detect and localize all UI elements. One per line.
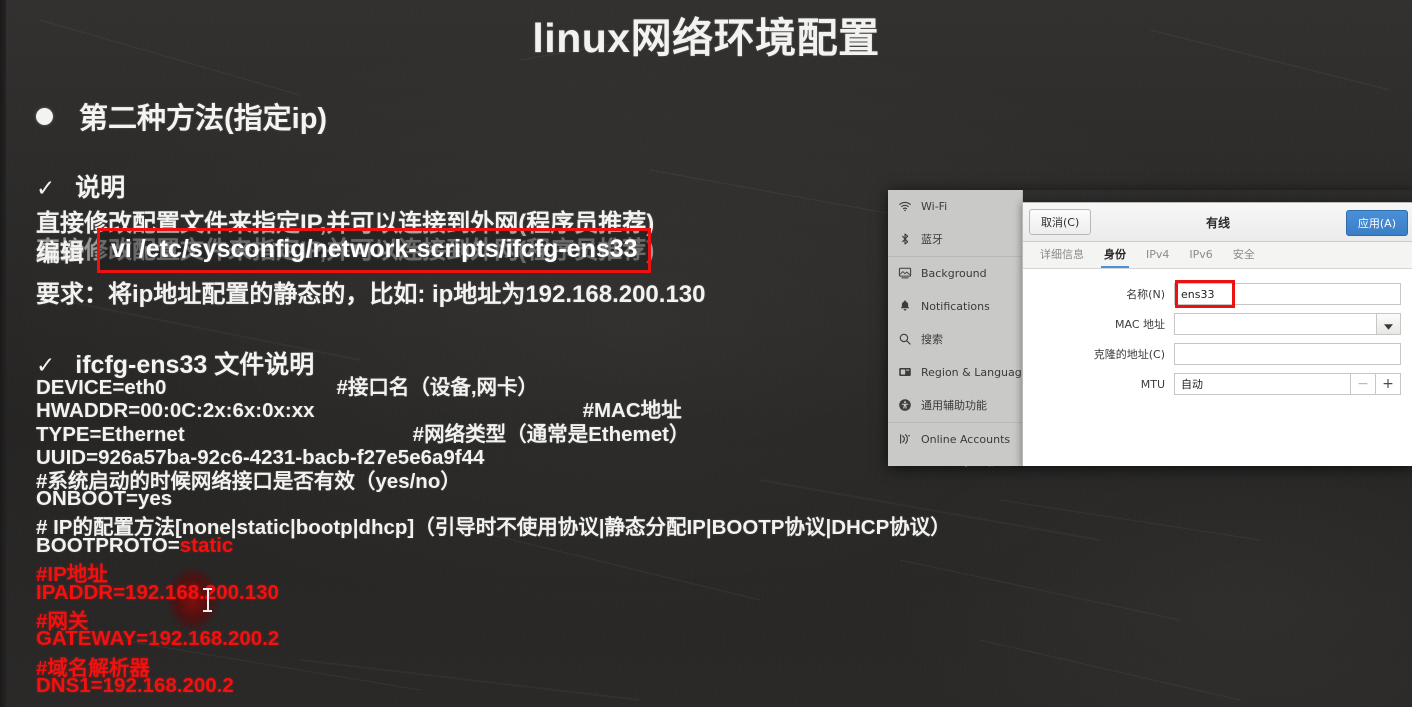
mtu-decrement-button[interactable]: −: [1351, 373, 1376, 395]
command-highlight-box: vi /etc/sysconfig/network-scripts/ifcfg-…: [97, 228, 651, 273]
form-row-cloned: 克隆的地址(C): [1023, 343, 1412, 365]
check-icon: ✓: [36, 175, 56, 201]
mac-input[interactable]: [1174, 313, 1377, 335]
sidebar-label: 搜索: [921, 333, 943, 346]
accessibility-icon: [897, 398, 912, 413]
edit-command-row: 编辑 vi /etc/sysconfig/network-scripts/ifc…: [36, 228, 651, 273]
dialog-body: 名称(N) ens33 MAC 地址 克隆的地址(C) MTU 自动 − +: [1023, 269, 1412, 466]
config-line-text: ONBOOT=yes: [36, 487, 173, 510]
config-line-text: DNS1=192.168.200.2: [36, 674, 234, 698]
cloned-input-wrap: [1174, 343, 1401, 365]
sidebar-item-privacy[interactable]: Privacy: [888, 456, 1022, 467]
config-line: ONBOOT=yes: [36, 487, 172, 511]
cloned-field-label: 克隆的地址(C): [1093, 348, 1165, 361]
sidebar-label: 通用辅助功能: [921, 399, 987, 412]
mac-field-label: MAC 地址: [1115, 318, 1165, 331]
sidebar-item-search[interactable]: 搜索: [888, 323, 1022, 356]
privacy-lock-icon: [897, 465, 912, 467]
sidebar-item-bluetooth[interactable]: 蓝牙: [888, 223, 1022, 256]
sidebar-item-region-language[interactable]: Region & Language: [888, 356, 1029, 389]
mtu-input-wrap: 自动 − +: [1174, 373, 1401, 395]
tab-details[interactable]: 详细信息: [1037, 242, 1087, 268]
sidebar-item-online-accounts[interactable]: Online Accounts: [888, 422, 1022, 456]
sidebar-label: Wi-Fi: [921, 199, 948, 213]
edit-label: 编辑: [36, 240, 84, 267]
online-accounts-icon: [897, 432, 912, 447]
mtu-field-label: MTU: [1140, 377, 1165, 391]
mac-input-wrap: [1174, 313, 1401, 335]
config-line: BOOTPROTO=static: [36, 534, 233, 558]
slide-canvas: linux网络环境配置 第二种方法(指定ip) ✓ 说明 直接修改配置文件来指定…: [0, 0, 1412, 707]
dialog-header: 取消(C) 有线 应用(A): [1023, 203, 1412, 242]
requirement-line: 要求：将ip地址配置的静态的，比如: ip地址为192.168.200.130: [36, 281, 706, 308]
form-row-mtu: MTU 自动 − +: [1023, 373, 1412, 395]
cancel-button[interactable]: 取消(C): [1029, 209, 1092, 235]
sidebar-label: Notifications: [921, 299, 990, 313]
mtu-increment-button[interactable]: +: [1376, 373, 1401, 395]
tab-identity[interactable]: 身份: [1101, 242, 1129, 268]
name-field-label: 名称(N): [1126, 288, 1165, 301]
section-heading-shuoming: ✓ 说明: [36, 168, 125, 204]
mac-dropdown-button[interactable]: [1377, 313, 1401, 335]
apply-button[interactable]: 应用(A): [1345, 210, 1408, 236]
sidebar-label: Background: [921, 266, 987, 280]
sidebar-item-accessibility[interactable]: 通用辅助功能: [888, 389, 1022, 422]
form-row-name: 名称(N) ens33: [1023, 280, 1412, 308]
config-line: GATEWAY=192.168.200.2: [36, 627, 279, 651]
sidebar-label: Region & Language: [921, 365, 1029, 379]
dialog-tabs[interactable]: 详细信息 身份 IPv4 IPv6 安全: [1023, 242, 1412, 269]
sidebar-item-wifi[interactable]: Wi-Fi: [888, 190, 1022, 223]
config-line-value: static: [179, 533, 234, 557]
form-row-mac: MAC 地址: [1023, 313, 1412, 335]
bluetooth-icon: [897, 232, 912, 247]
tab-ipv4[interactable]: IPv4: [1143, 242, 1172, 268]
cloned-address-input[interactable]: [1174, 343, 1401, 365]
bullet-method-two: 第二种方法(指定ip): [36, 95, 327, 137]
background-icon: [897, 266, 912, 281]
search-icon: [897, 332, 912, 347]
tab-security[interactable]: 安全: [1230, 242, 1258, 268]
section-heading-label: 说明: [75, 174, 126, 202]
vi-command-text: vi /etc/sysconfig/network-scripts/ifcfg-…: [111, 235, 638, 263]
sidebar-item-notifications[interactable]: Notifications: [888, 290, 1022, 323]
mtu-input[interactable]: 自动: [1174, 373, 1351, 395]
config-line: IPADDR=192.168.200.130: [36, 581, 279, 605]
bell-icon: [897, 299, 912, 314]
config-line-text: IPADDR=192.168.200.130: [36, 580, 279, 604]
left-edge-strip: [0, 0, 6, 707]
sidebar-label: Privacy: [921, 466, 961, 467]
wifi-icon: [897, 199, 912, 214]
bullet-dot-icon: [36, 107, 53, 125]
config-line: DNS1=192.168.200.2: [36, 674, 234, 698]
sidebar-item-background[interactable]: Background: [888, 256, 1022, 290]
chevron-down-icon: [1384, 315, 1393, 334]
name-input[interactable]: ens33: [1174, 283, 1401, 305]
wired-connection-dialog[interactable]: 取消(C) 有线 应用(A) 详细信息 身份 IPv4 IPv6 安全 名称(N…: [1022, 202, 1412, 466]
region-language-icon: [897, 365, 912, 380]
config-line-text: GATEWAY=192.168.200.2: [36, 627, 280, 651]
gnome-settings-window[interactable]: Wi-Fi 蓝牙 Background Notifications 搜索 Reg…: [888, 190, 1412, 466]
name-input-wrap: ens33: [1174, 280, 1401, 308]
sidebar-label: Online Accounts: [921, 432, 1011, 446]
tab-ipv6[interactable]: IPv6: [1186, 242, 1215, 268]
text-cursor-icon: [203, 588, 212, 612]
sidebar-label: 蓝牙: [921, 233, 943, 246]
bullet-label: 第二种方法(指定ip): [79, 103, 328, 135]
config-line-text: BOOTPROTO=: [36, 533, 180, 557]
page-title: linux网络环境配置: [532, 15, 880, 61]
settings-sidebar[interactable]: Wi-Fi 蓝牙 Background Notifications 搜索 Reg…: [888, 190, 1029, 467]
